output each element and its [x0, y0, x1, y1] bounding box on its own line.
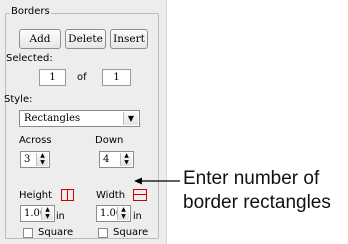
selected-index-field[interactable]: 1 — [39, 69, 66, 86]
spin-down-icon[interactable]: ▼ — [42, 214, 53, 220]
insert-button[interactable]: Insert — [110, 29, 148, 49]
across-stepper-arrows: ▲ ▼ — [36, 153, 48, 166]
height-stepper[interactable]: 1.00 ▲ ▼ — [20, 205, 55, 222]
chevron-down-icon[interactable]: ▼ — [123, 112, 138, 125]
callout-line-2: border rectangles — [183, 192, 331, 213]
borders-panel: Borders Add Delete Insert Selected: 1 of… — [0, 0, 167, 244]
callout-line-1: Enter number of — [183, 168, 320, 189]
width-unit: in — [133, 211, 142, 222]
down-stepper-arrows: ▲ ▼ — [120, 153, 132, 166]
across-stepper[interactable]: 3 ▲ ▼ — [20, 151, 50, 168]
spin-down-icon[interactable]: ▼ — [37, 160, 48, 166]
square-height-label: Square — [38, 227, 74, 238]
callout-text: Enter number of border rectangles — [183, 167, 348, 215]
spin-down-icon[interactable]: ▼ — [121, 160, 132, 166]
across-value: 3 — [24, 154, 31, 165]
height-unit: in — [56, 211, 65, 222]
height-icon — [61, 189, 74, 201]
down-value: 4 — [103, 154, 110, 165]
add-button[interactable]: Add — [19, 29, 61, 49]
style-label: Style: — [4, 94, 33, 105]
across-label: Across — [19, 135, 52, 146]
square-height-checkbox[interactable] — [23, 228, 33, 238]
square-width-label: Square — [113, 227, 149, 238]
borders-group-label: Borders — [10, 6, 51, 18]
style-dropdown[interactable]: Rectangles ▼ — [19, 110, 140, 127]
width-stepper[interactable]: 1.00 ▲ ▼ — [96, 205, 131, 222]
height-stepper-arrows: ▲ ▼ — [41, 207, 53, 220]
down-label: Down — [95, 135, 124, 146]
square-width-checkbox[interactable] — [98, 228, 108, 238]
width-icon — [133, 189, 147, 201]
width-label: Width — [96, 190, 126, 201]
total-count-field: 1 — [102, 69, 131, 86]
height-label: Height — [19, 190, 53, 201]
style-dropdown-value: Rectangles — [24, 113, 81, 124]
spin-down-icon[interactable]: ▼ — [118, 214, 129, 220]
of-label: of — [77, 72, 87, 83]
down-stepper[interactable]: 4 ▲ ▼ — [99, 151, 134, 168]
delete-button[interactable]: Delete — [65, 29, 106, 49]
width-stepper-arrows: ▲ ▼ — [117, 207, 129, 220]
callout-arrow-icon — [134, 177, 180, 185]
selected-label: Selected: — [6, 53, 53, 64]
